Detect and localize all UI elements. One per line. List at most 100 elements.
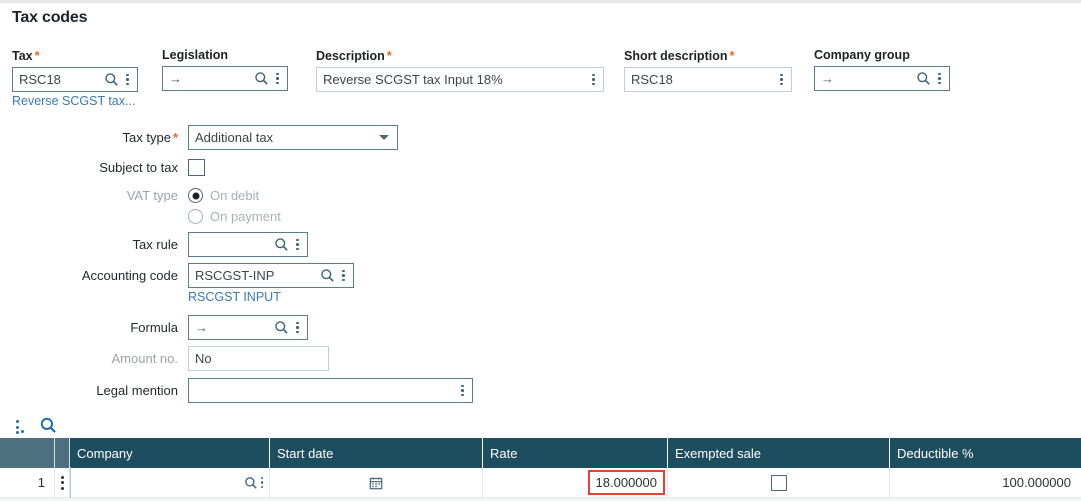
grid-header-blank-2 xyxy=(55,438,70,468)
search-icon[interactable] xyxy=(915,70,932,87)
vat-type-radio-group: On debit On payment xyxy=(188,185,281,227)
row-accounting-code: Accounting code RSCGST-INP RSCGST INPUT xyxy=(10,263,354,304)
search-icon[interactable] xyxy=(319,267,336,284)
kebab-icon[interactable] xyxy=(456,384,469,397)
label-tax: Tax * xyxy=(12,48,40,63)
radio-icon-on-payment[interactable] xyxy=(188,209,203,224)
jump-arrow-icon[interactable]: → xyxy=(189,321,214,334)
description-input-value: Reverse SCGST tax Input 18% xyxy=(323,72,503,87)
vat-type-on-debit-label: On debit xyxy=(210,188,260,203)
kebab-icon[interactable] xyxy=(121,73,134,86)
tax-rule-input[interactable] xyxy=(188,232,308,257)
row-tax-rule: Tax rule xyxy=(10,232,308,257)
label-subject-to-tax: Subject to tax xyxy=(99,160,178,175)
grid-header-start-date[interactable]: Start date xyxy=(270,438,483,468)
grid-actions-button[interactable] xyxy=(16,420,24,434)
accounting-code-value: RSCGST-INP xyxy=(195,268,275,283)
page-title: Tax codes xyxy=(12,9,88,26)
label-company-group: Company group xyxy=(814,48,910,62)
cell-deductible-pct[interactable]: 100.000000 xyxy=(890,468,1081,497)
accounting-code-input[interactable]: RSCGST-INP xyxy=(188,263,354,288)
kebab-icon[interactable] xyxy=(260,476,263,489)
cell-rate-value[interactable]: 18.000000 xyxy=(587,470,665,495)
search-icon xyxy=(40,417,56,433)
tax-input-value: RSC18 xyxy=(19,72,61,87)
kebab-icon[interactable] xyxy=(587,73,600,86)
row-amount-no: Amount no. No xyxy=(10,346,329,371)
description-input[interactable]: Reverse SCGST tax Input 18% xyxy=(316,67,604,92)
row-index: 1 xyxy=(0,468,55,497)
vat-type-option-on-payment[interactable]: On payment xyxy=(188,206,281,227)
row-vat-type: VAT type On debit On payment xyxy=(10,185,281,227)
search-icon[interactable] xyxy=(103,71,120,88)
kebab-menu-dot xyxy=(21,430,24,433)
legal-mention-input[interactable] xyxy=(188,378,473,403)
label-tax-type: Tax type * xyxy=(122,130,178,145)
radio-icon-on-debit[interactable] xyxy=(188,188,203,203)
amount-no-value: No xyxy=(195,351,212,366)
field-group-description: Description * Reverse SCGST tax Input 18% xyxy=(316,48,604,92)
tax-rates-grid: Company Start date Rate Exempted sale De… xyxy=(0,438,1081,498)
chevron-down-icon[interactable] xyxy=(379,135,389,140)
label-tax-rule: Tax rule xyxy=(132,237,178,252)
label-description: Description * xyxy=(316,48,392,63)
kebab-menu-icon[interactable] xyxy=(16,420,19,434)
vat-type-option-on-debit[interactable]: On debit xyxy=(188,185,281,206)
kebab-icon[interactable] xyxy=(775,73,788,86)
field-group-legislation: Legislation → xyxy=(162,48,288,91)
grid-header-exempted-sale[interactable]: Exempted sale xyxy=(668,438,890,468)
label-legal-mention: Legal mention xyxy=(96,383,178,398)
exempted-sale-checkbox[interactable] xyxy=(770,474,787,491)
legislation-input[interactable]: → xyxy=(162,66,288,91)
formula-input[interactable]: → xyxy=(188,315,308,340)
accounting-code-sublink[interactable]: RSCGST INPUT xyxy=(188,290,354,304)
short-description-input[interactable]: RSC18 xyxy=(624,67,792,92)
vat-type-on-payment-label: On payment xyxy=(210,209,281,224)
search-icon[interactable] xyxy=(244,476,258,490)
tax-type-select[interactable]: Additional tax xyxy=(188,125,398,150)
grid-header-blank-1 xyxy=(0,438,55,468)
cell-rate[interactable]: 18.000000 xyxy=(483,468,668,497)
tax-type-value: Additional tax xyxy=(195,130,274,145)
grid-header-company[interactable]: Company xyxy=(70,438,270,468)
label-legislation: Legislation xyxy=(162,48,228,62)
label-amount-no: Amount no. xyxy=(111,351,179,366)
calendar-icon[interactable] xyxy=(369,476,383,490)
grid-toolbar xyxy=(16,417,57,437)
cell-company[interactable] xyxy=(70,468,270,497)
kebab-icon[interactable] xyxy=(291,238,304,251)
row-subject-to-tax: Subject to tax xyxy=(10,155,205,180)
company-group-input[interactable]: → xyxy=(814,66,950,91)
field-group-tax: Tax * RSC18 Reverse SCGST tax... xyxy=(12,48,138,108)
row-formula: Formula → xyxy=(10,315,308,340)
jump-arrow-icon[interactable]: → xyxy=(163,72,188,85)
search-icon[interactable] xyxy=(273,319,290,336)
tax-sublink[interactable]: Reverse SCGST tax... xyxy=(12,94,138,108)
short-description-input-value: RSC18 xyxy=(631,72,673,87)
cell-start-date[interactable] xyxy=(270,468,483,497)
kebab-icon[interactable] xyxy=(337,269,350,282)
grid-header-row: Company Start date Rate Exempted sale De… xyxy=(0,438,1081,468)
grid-header-rate[interactable]: Rate xyxy=(483,438,668,468)
kebab-icon[interactable] xyxy=(291,321,304,334)
search-icon[interactable] xyxy=(273,236,290,253)
cell-exempted-sale[interactable] xyxy=(668,468,890,497)
label-formula: Formula xyxy=(130,320,178,335)
field-group-company-group: Company group → xyxy=(814,48,950,91)
kebab-icon[interactable] xyxy=(271,72,284,85)
kebab-icon[interactable] xyxy=(933,72,946,85)
row-legal-mention: Legal mention xyxy=(10,378,473,403)
search-icon[interactable] xyxy=(253,70,270,87)
window-top-strip xyxy=(0,0,1081,3)
label-vat-type: VAT type xyxy=(126,188,178,203)
tax-input[interactable]: RSC18 xyxy=(12,67,138,92)
row-menu-button[interactable] xyxy=(55,468,70,497)
jump-arrow-icon[interactable]: → xyxy=(815,72,840,85)
table-row[interactable]: 1 18.000000 100.000000 xyxy=(0,468,1081,498)
kebab-icon[interactable] xyxy=(55,475,69,490)
field-group-short-description: Short description * RSC18 xyxy=(624,48,792,92)
grid-search-button[interactable] xyxy=(40,417,57,437)
grid-header-deductible-pct[interactable]: Deductible % xyxy=(890,438,1081,468)
subject-to-tax-checkbox[interactable] xyxy=(188,159,205,176)
label-short-description: Short description * xyxy=(624,48,735,63)
